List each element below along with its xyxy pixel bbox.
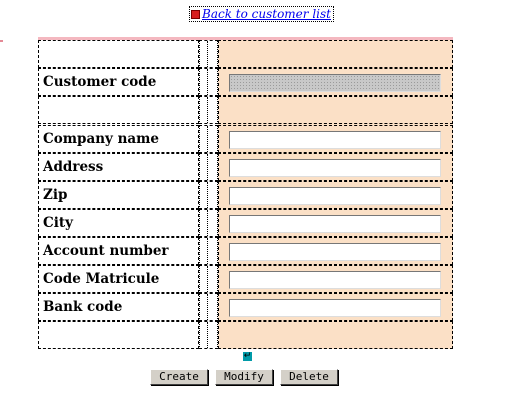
empty-input-cell — [218, 40, 453, 68]
empty-label-cell — [38, 321, 199, 349]
empty-label-cell — [38, 96, 199, 124]
form-spacer-row — [38, 40, 453, 68]
back-to-customer-list-link[interactable]: Back to customer list — [189, 6, 334, 22]
empty-input-cell — [218, 321, 453, 349]
empty-input-cell — [218, 96, 453, 124]
input-cell-city — [218, 209, 453, 237]
separator-cell — [199, 293, 218, 321]
back-link-label: Back to customer list — [202, 7, 331, 21]
input-cell-code-matricule — [218, 265, 453, 293]
label-city: City — [38, 209, 199, 237]
input-cell-account-number — [218, 237, 453, 265]
label-customer-code: Customer code — [38, 68, 199, 96]
input-cell-zip — [218, 181, 453, 209]
form-spacer-row — [38, 96, 453, 124]
zip-input[interactable] — [229, 187, 441, 205]
separator-cell — [199, 209, 218, 237]
separator-cell — [199, 125, 218, 153]
form-row-company-name: Company name — [38, 125, 453, 153]
form-row-zip: Zip — [38, 181, 453, 209]
account-number-input[interactable] — [229, 243, 441, 261]
company-name-input[interactable] — [229, 131, 441, 149]
delete-button[interactable]: Delete — [280, 369, 338, 385]
bank-code-input[interactable] — [229, 299, 441, 317]
input-cell-company-name — [218, 125, 453, 153]
customer-code-input[interactable] — [229, 74, 441, 92]
input-cell-customer-code — [218, 68, 453, 96]
code-matricule-input[interactable] — [229, 271, 441, 289]
separator-cell — [199, 181, 218, 209]
enter-key-icon: ↵ — [243, 351, 252, 361]
label-bank-code: Bank code — [38, 293, 199, 321]
form-row-code-matricule: Code Matricule — [38, 265, 453, 293]
label-code-matricule: Code Matricule — [38, 265, 199, 293]
left-edge-mark — [0, 40, 3, 42]
separator-cell — [199, 96, 218, 124]
modify-button[interactable]: Modify — [215, 369, 273, 385]
form-row-city: City — [38, 209, 453, 237]
separator-cell — [199, 265, 218, 293]
form-row-bank-code: Bank code — [38, 293, 453, 321]
create-button[interactable]: Create — [150, 369, 208, 385]
form-row-account-number: Account number — [38, 237, 453, 265]
address-input[interactable] — [229, 159, 441, 177]
label-address: Address — [38, 153, 199, 181]
label-account-number: Account number — [38, 237, 199, 265]
separator-cell — [199, 153, 218, 181]
label-company-name: Company name — [38, 125, 199, 153]
separator-cell — [199, 237, 218, 265]
separator-cell — [199, 321, 218, 349]
separator-cell — [199, 68, 218, 96]
back-icon — [191, 9, 200, 19]
form-row-customer-code: Customer code — [38, 68, 453, 96]
input-cell-address — [218, 153, 453, 181]
form-row-address: Address — [38, 153, 453, 181]
form-spacer-row — [38, 321, 453, 349]
empty-label-cell — [38, 40, 199, 68]
label-zip: Zip — [38, 181, 199, 209]
separator-cell — [199, 40, 218, 68]
customer-form: Customer code Company name Address Zip City A… — [38, 40, 453, 349]
input-cell-bank-code — [218, 293, 453, 321]
city-input[interactable] — [229, 215, 441, 233]
